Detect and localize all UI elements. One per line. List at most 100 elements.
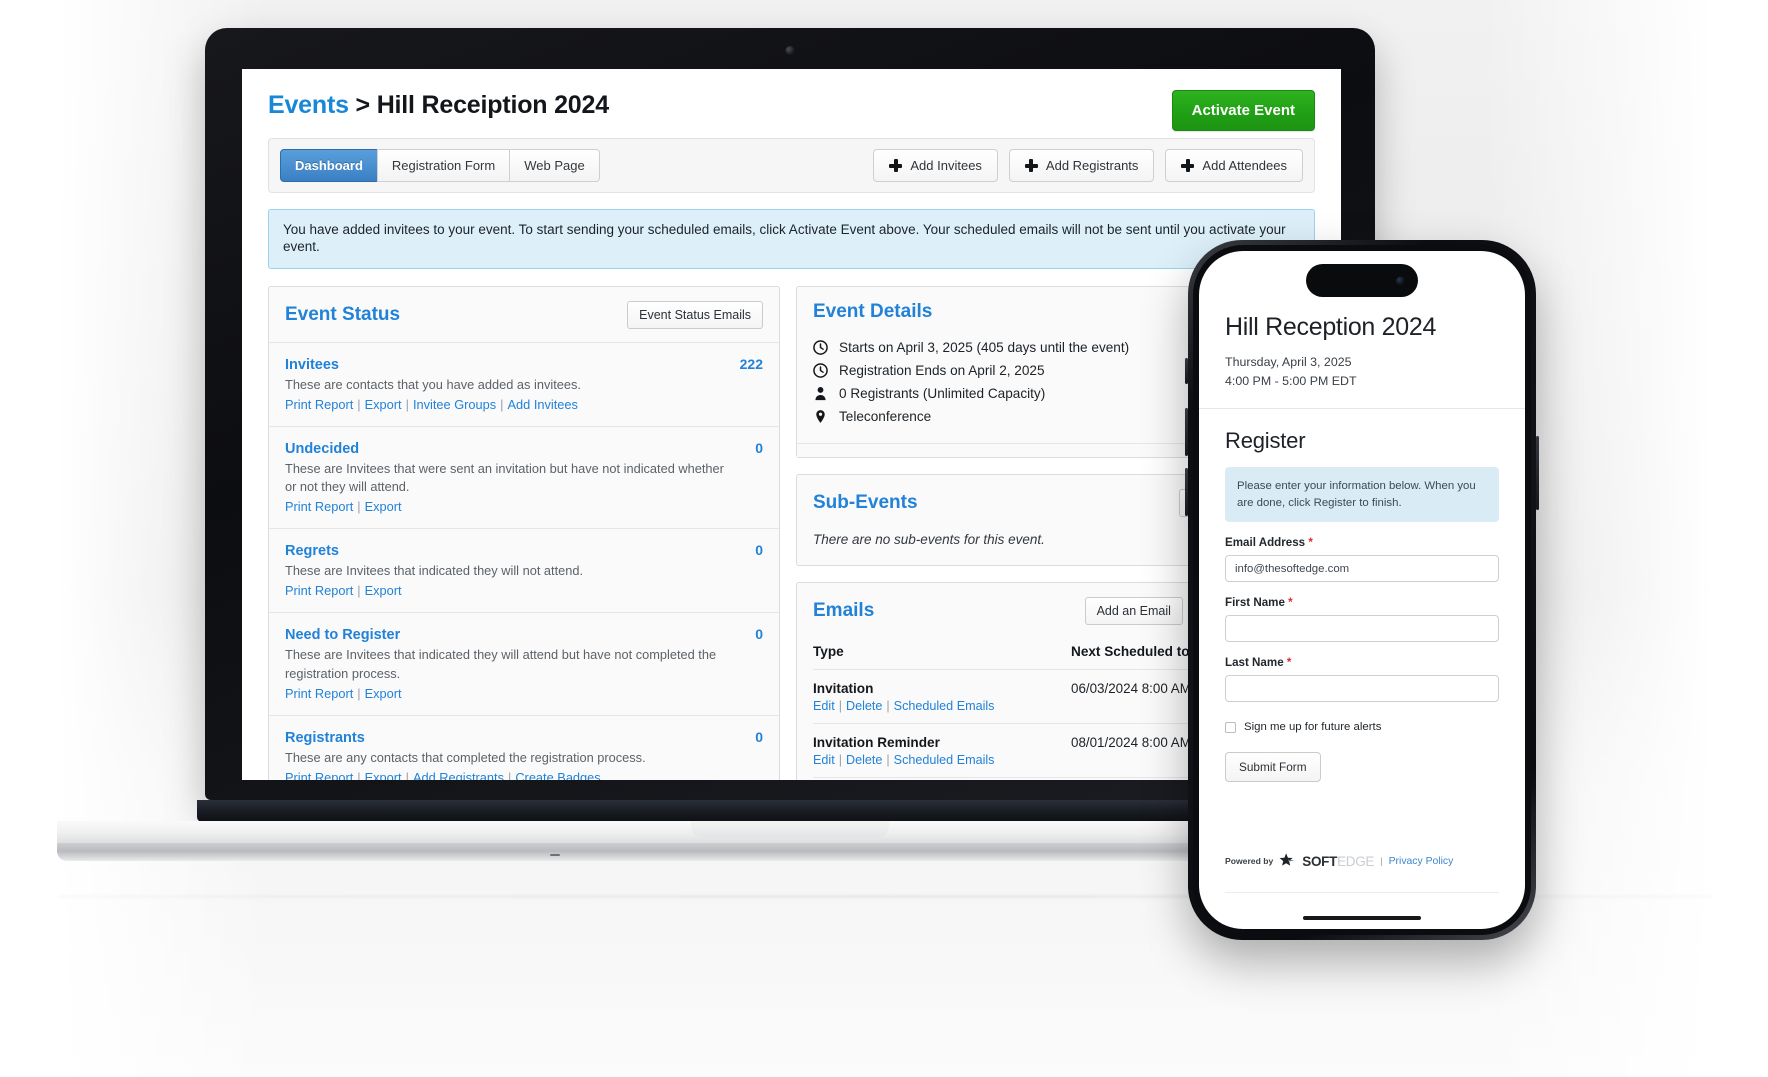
phone-volume-down-button[interactable] — [1185, 468, 1188, 516]
tab-dashboard[interactable]: Dashboard — [280, 149, 378, 182]
status-row-registrants: Registrants 0 These are any contacts tha… — [269, 714, 779, 780]
link-print-report[interactable]: Print Report — [285, 770, 353, 780]
registration-page: Hill Reception 2024 Thursday, April 3, 2… — [1199, 251, 1525, 783]
event-time: 4:00 PM - 5:00 PM EDT — [1225, 373, 1357, 388]
add-attendees-button[interactable]: Add Attendees — [1165, 149, 1303, 182]
event-details-title: Event Details — [813, 300, 933, 322]
detail-registrants-text: 0 Registrants (Unlimited Capacity) — [839, 385, 1046, 401]
link-scheduled-emails[interactable]: Scheduled Emails — [894, 699, 995, 713]
phone-power-button[interactable] — [1536, 436, 1539, 510]
emails-title: Emails — [813, 599, 875, 621]
add-attendees-label: Add Attendees — [1202, 158, 1287, 173]
add-invitees-label: Add Invitees — [910, 158, 982, 173]
page-title: Hill Receiption 2024 — [376, 91, 609, 119]
link-scheduled-emails[interactable]: Scheduled Emails — [894, 753, 995, 767]
map-pin-icon — [813, 409, 828, 424]
footer-line: Powered by SOFTEDGE | Privacy Policy — [1225, 853, 1499, 869]
status-count-undecided: 0 — [755, 439, 763, 456]
status-desc-need-to-register: These are Invitees that indicated they w… — [285, 647, 717, 681]
event-dashboard-app: Events > Hill Receiption 2024 Activate E… — [242, 69, 1341, 780]
status-row-need-to-register: Need to Register 0 These are Invitees th… — [269, 612, 779, 714]
powered-by-label: Powered by — [1225, 856, 1274, 866]
status-links-need-to-register: Print Report | Export — [285, 685, 402, 701]
status-desc-registrants: These are any contacts that completed th… — [285, 749, 646, 765]
status-links-invitees: Print Report | Export | Invitee Groups | Add I… — [285, 396, 578, 412]
status-links-undecided: Print Report | Export — [285, 499, 402, 515]
activate-event-notice: You have added invitees to your event. T… — [268, 209, 1315, 269]
sub-events-title: Sub-Events — [813, 491, 918, 513]
status-name-regrets[interactable]: Regrets — [285, 543, 339, 559]
email-field[interactable]: info@thesoftedge.com — [1225, 555, 1499, 583]
link-export[interactable]: Export — [365, 397, 402, 412]
privacy-policy-link[interactable]: Privacy Policy — [1389, 856, 1454, 867]
add-invitees-button[interactable]: Add Invitees — [873, 149, 998, 182]
link-add-invitees[interactable]: Add Invitees — [508, 397, 578, 412]
link-invitee-groups[interactable]: Invitee Groups — [413, 397, 496, 412]
breadcrumb-events-link[interactable]: Events — [268, 91, 349, 119]
first-name-field-group: First Name * — [1225, 596, 1499, 643]
last-name-field-label: Last Name * — [1225, 656, 1292, 670]
future-alerts-checkbox[interactable] — [1225, 721, 1236, 733]
phone-device: Hill Reception 2024 Thursday, April 3, 2… — [1185, 240, 1539, 940]
submit-form-button[interactable]: Submit Form — [1225, 752, 1321, 783]
link-add-registrants[interactable]: Add Registrants — [413, 770, 504, 780]
link-print-report[interactable]: Print Report — [285, 397, 353, 412]
footer-separator: | — [1380, 855, 1383, 867]
tab-registration-form[interactable]: Registration Form — [376, 149, 511, 182]
email-row-links: Edit | Delete | Scheduled Emails — [813, 698, 995, 713]
softedge-star-icon — [1279, 853, 1296, 869]
future-alerts-checkbox-row[interactable]: Sign me up for future alerts — [1225, 721, 1499, 733]
add-buttons-group: Add Invitees Add Registrants Add Attende… — [873, 149, 1303, 182]
home-indicator[interactable] — [1303, 916, 1421, 920]
link-print-report[interactable]: Print Report — [285, 583, 353, 598]
email-row-links: Edit | Delete | Scheduled Emails — [813, 752, 995, 767]
activate-event-button[interactable]: Activate Event — [1171, 90, 1315, 131]
detail-registration-ends-text: Registration Ends on April 2, 2025 — [839, 362, 1045, 378]
emails-column-type: Type — [813, 643, 844, 659]
link-export[interactable]: Export — [365, 686, 402, 701]
tab-web-page[interactable]: Web Page — [509, 149, 600, 182]
status-row-regrets: Regrets 0 These are Invitees that indica… — [269, 528, 779, 612]
status-desc-regrets: These are Invitees that indicated they w… — [285, 563, 584, 579]
add-an-email-button[interactable]: Add an Email — [1084, 596, 1183, 625]
laptop-screen: Events > Hill Receiption 2024 Activate E… — [242, 69, 1341, 780]
plus-icon — [889, 159, 903, 172]
event-status-emails-button[interactable]: Event Status Emails — [627, 300, 763, 329]
future-alerts-label: Sign me up for future alerts — [1244, 721, 1382, 734]
required-marker: * — [1305, 536, 1313, 550]
add-registrants-button[interactable]: Add Registrants — [1008, 149, 1155, 182]
clock-icon — [813, 362, 828, 378]
status-name-invitees[interactable]: Invitees — [285, 357, 339, 373]
phone-volume-up-button[interactable] — [1185, 408, 1188, 456]
link-print-report[interactable]: Print Report — [285, 686, 353, 701]
status-desc-invitees: These are contacts that you have added a… — [285, 376, 581, 392]
brand-name: SOFTEDGE — [1302, 853, 1375, 869]
link-export[interactable]: Export — [365, 583, 402, 598]
status-links-registrants: Print Report | Export | Add Registrants | Crea… — [285, 770, 763, 780]
link-delete[interactable]: Delete — [846, 753, 882, 767]
last-name-field[interactable] — [1225, 675, 1499, 703]
view-tabs: Dashboard Registration Form Web Page — [280, 149, 600, 182]
link-print-report[interactable]: Print Report — [285, 499, 353, 514]
event-date-time: Thursday, April 3, 2025 4:00 PM - 5:00 P… — [1225, 353, 1499, 390]
link-edit[interactable]: Edit — [813, 753, 835, 767]
link-create-badges[interactable]: Create Badges — [515, 770, 600, 780]
add-registrants-label: Add Registrants — [1045, 158, 1139, 173]
link-delete[interactable]: Delete — [846, 699, 882, 713]
link-export[interactable]: Export — [365, 770, 402, 780]
status-count-invitees: 222 — [739, 355, 763, 372]
dashboard-toolbar: Dashboard Registration Form Web Page Add… — [268, 138, 1315, 193]
phone-silent-switch[interactable] — [1185, 358, 1188, 384]
event-date: Thursday, April 3, 2025 — [1225, 355, 1352, 369]
status-name-need-to-register[interactable]: Need to Register — [285, 627, 400, 643]
dashboard-columns: Event Status Event Status Emails Invitee… — [268, 285, 1315, 780]
link-edit[interactable]: Edit — [813, 699, 835, 713]
first-name-field[interactable] — [1225, 615, 1499, 643]
email-when-invitation-reminder: 08/01/2024 8:00 AM — [1071, 734, 1191, 750]
link-export[interactable]: Export — [365, 499, 402, 514]
plus-icon — [1181, 159, 1195, 172]
status-name-registrants[interactable]: Registrants — [285, 730, 365, 746]
status-name-undecided[interactable]: Undecided — [285, 441, 359, 457]
breadcrumb: Events > Hill Receiption 2024 — [268, 91, 1315, 120]
status-count-registrants: 0 — [755, 728, 763, 745]
